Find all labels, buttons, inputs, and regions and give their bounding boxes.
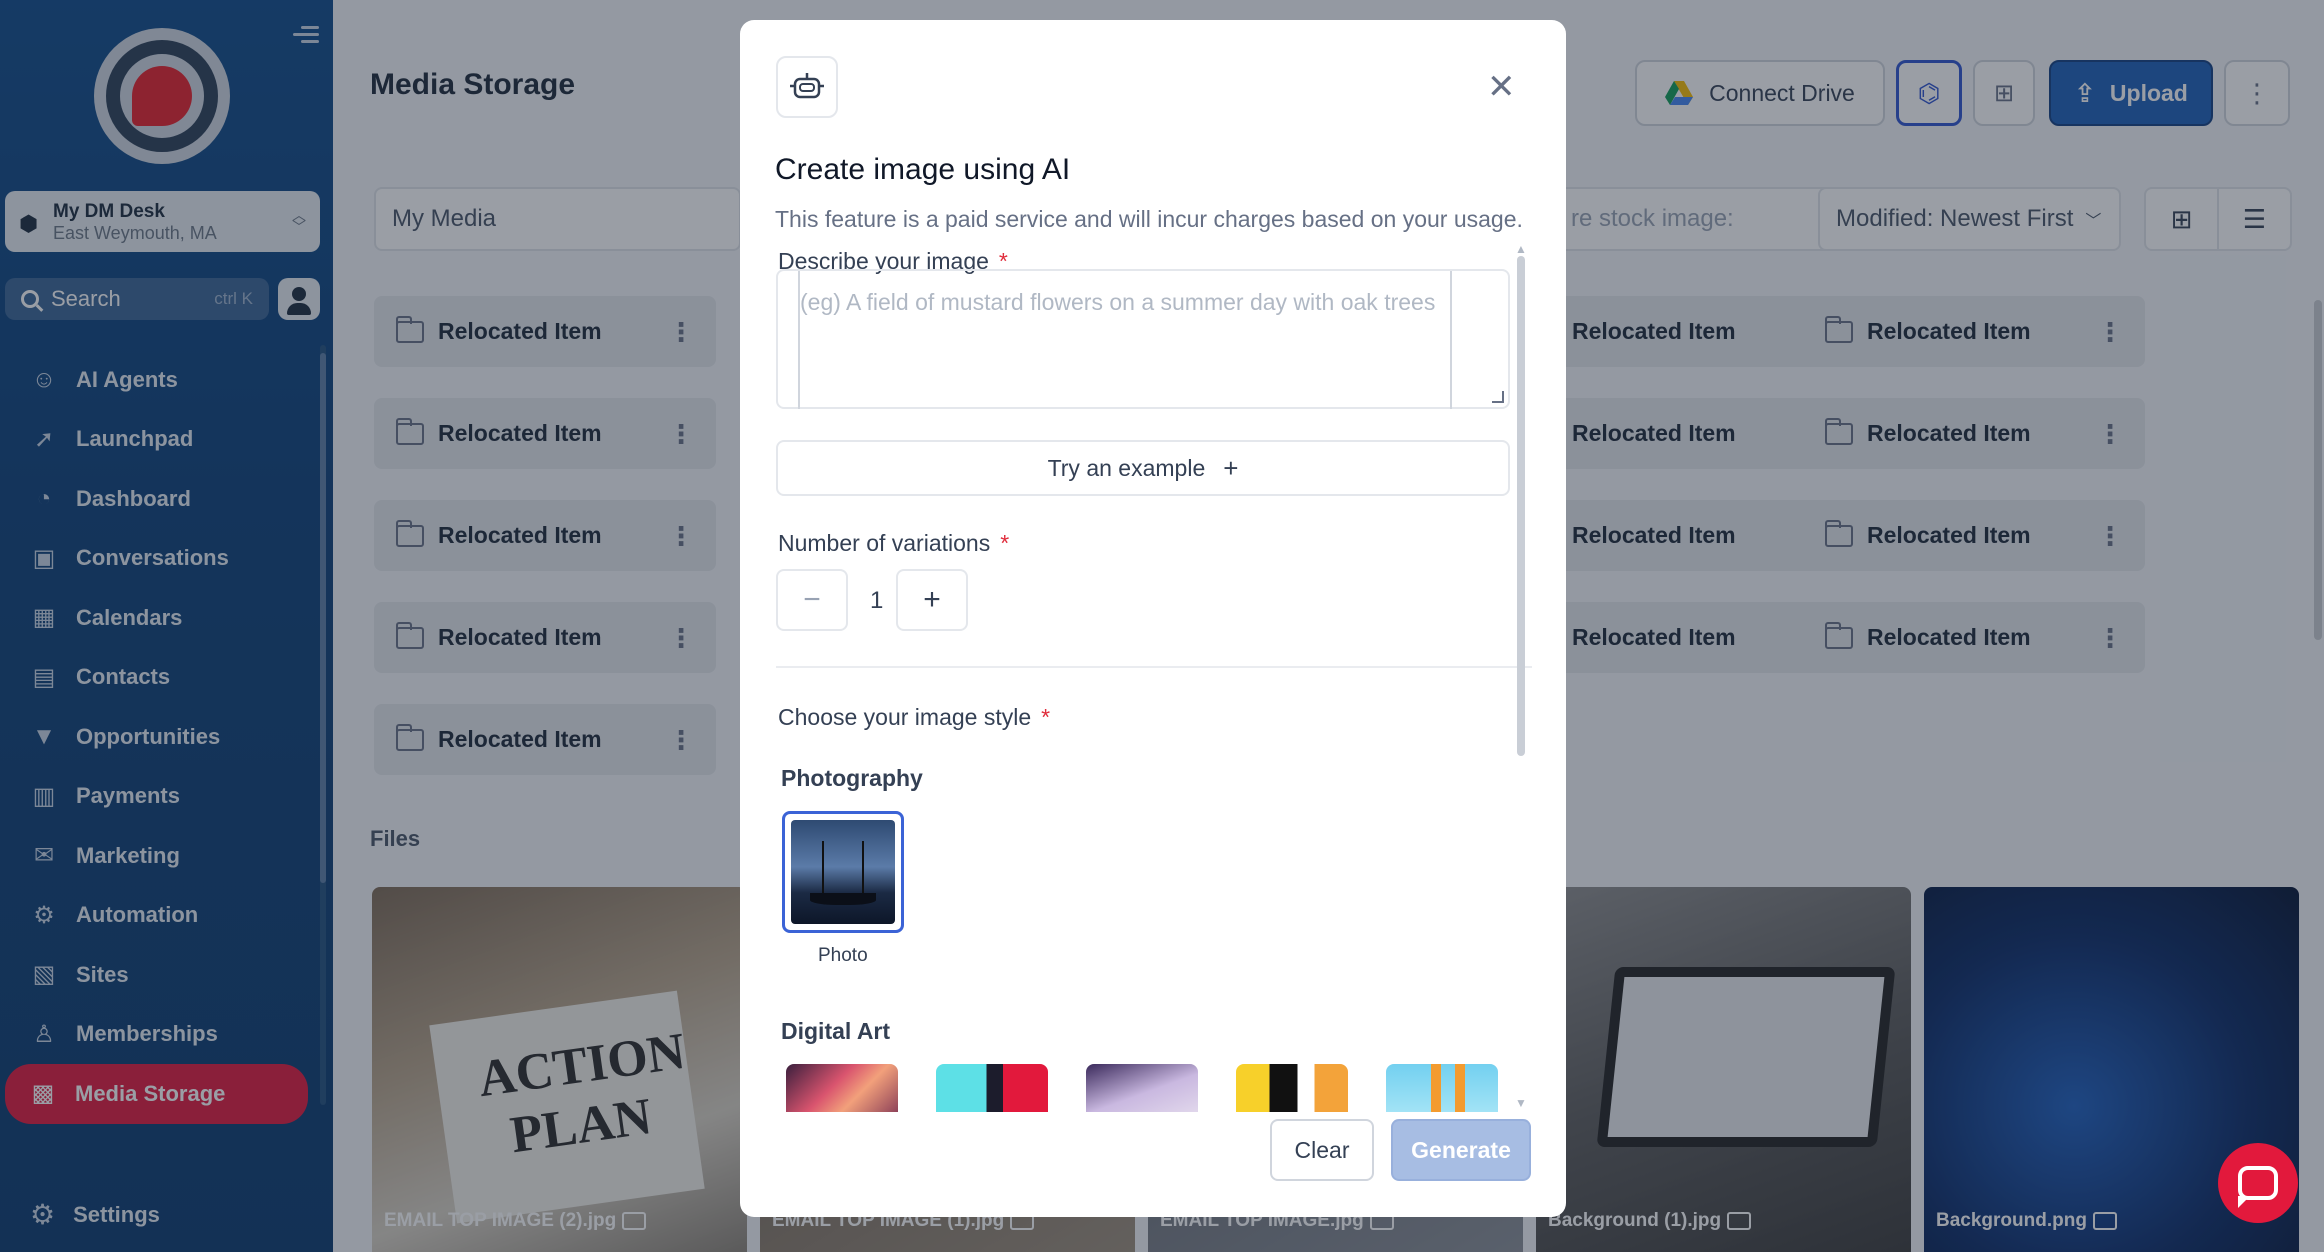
decrement-button[interactable]: − — [776, 569, 848, 631]
describe-image-textarea[interactable]: (eg) A field of mustard flowers on a sum… — [776, 269, 1510, 409]
style-category-digital-art: Digital Art — [781, 1018, 891, 1044]
clear-button[interactable]: Clear — [1270, 1119, 1374, 1181]
scroll-down-arrow[interactable]: ▼ — [1515, 1096, 1527, 1110]
resize-handle[interactable] — [1492, 391, 1504, 403]
required-mark: * — [1000, 530, 1010, 556]
increment-button[interactable]: + — [896, 569, 968, 631]
style-option-digital-art-5[interactable] — [1386, 1064, 1498, 1112]
try-example-label: Try an example — [1047, 454, 1206, 481]
variations-value: 1 — [870, 587, 884, 614]
style-label: Choose your image style * — [778, 704, 1050, 731]
style-option-digital-art-3[interactable] — [1086, 1064, 1198, 1112]
minus-icon: − — [803, 583, 821, 616]
required-mark: * — [1041, 704, 1051, 730]
plus-icon: + — [923, 583, 941, 616]
modal-scrollbar[interactable] — [1517, 256, 1525, 756]
close-icon: ✕ — [1487, 68, 1516, 106]
scroll-up-arrow[interactable]: ▲ — [1515, 242, 1527, 256]
divider — [776, 666, 1532, 668]
modal-title: Create image using AI — [775, 153, 1071, 186]
style-option-digital-art-4[interactable] — [1236, 1064, 1348, 1112]
chat-bubble-icon — [2238, 1166, 2278, 1200]
describe-placeholder: (eg) A field of mustard flowers on a sum… — [798, 271, 1452, 409]
variations-label: Number of variations * — [778, 530, 1009, 557]
style-option-digital-art-1[interactable] — [786, 1064, 898, 1112]
style-category-photography: Photography — [781, 765, 923, 791]
chat-widget-button[interactable] — [2218, 1143, 2298, 1223]
modal-subtitle: This feature is a paid service and will … — [775, 206, 1523, 232]
style-option-digital-art-2[interactable] — [936, 1064, 1048, 1112]
try-example-button[interactable]: Try an example + — [776, 440, 1510, 496]
modal-scroll-area[interactable]: Describe your image * (eg) A field of mus… — [740, 242, 1566, 1112]
plus-icon: + — [1223, 452, 1239, 483]
create-image-ai-modal: ✕ Create image using AI This feature is … — [740, 20, 1566, 1217]
close-modal-button[interactable]: ✕ — [1487, 70, 1516, 104]
variations-label-text: Number of variations — [778, 530, 991, 556]
style-option-photo[interactable] — [782, 811, 904, 933]
generate-button[interactable]: Generate — [1391, 1119, 1531, 1181]
robot-icon — [776, 56, 838, 118]
ship-thumbnail — [791, 820, 895, 924]
style-label-text: Choose your image style — [778, 704, 1032, 730]
style-option-label: Photo — [818, 945, 868, 966]
